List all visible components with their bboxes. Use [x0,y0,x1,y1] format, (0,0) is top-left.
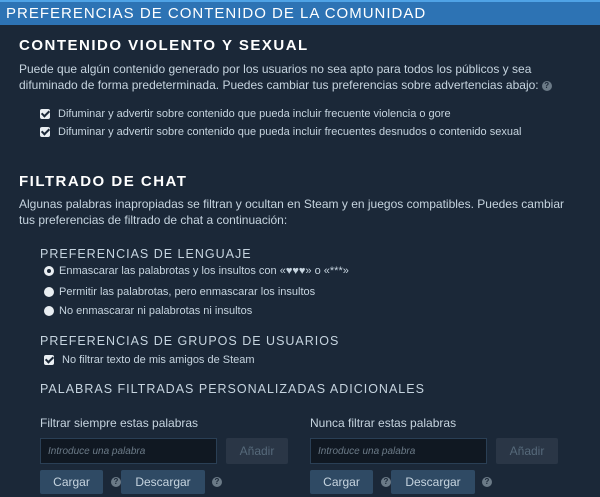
never-filter-label: Nunca filtrar estas palabras [310,416,457,430]
friends-no-filter-option[interactable]: No filtrar texto de mis amigos de Steam [44,354,255,366]
violence-checkbox[interactable] [40,109,50,119]
language-option-allow-profanity[interactable]: Permitir las palabrotas, pero enmascarar… [44,286,315,298]
language-option-label: No enmascarar ni palabrotas ni insultos [59,305,253,317]
language-option-label: Enmascarar las palabrotas y los insultos… [59,265,349,277]
friends-checkbox[interactable] [44,355,54,365]
always-load-button[interactable]: Cargar [40,470,103,494]
friends-option-label: No filtrar texto de mis amigos de Steam [62,354,255,366]
language-option-mask-all[interactable]: Enmascarar las palabrotas y los insultos… [44,265,349,277]
violence-blur-option[interactable]: Difuminar y advertir sobre contenido que… [40,108,451,120]
always-download-button[interactable]: Descargar [121,470,205,494]
language-option-no-mask[interactable]: No enmascarar ni palabrotas ni insultos [44,305,252,317]
language-option-label: Permitir las palabrotas, pero enmascarar… [59,286,316,298]
help-icon[interactable]: ? [541,80,552,91]
section-header: PREFERENCIAS DE CONTENIDO DE LA COMUNIDA… [0,0,600,25]
help-icon[interactable]: ? [482,477,492,487]
preferences-panel: CONTENIDO VIOLENTO Y SEXUAL Puede que al… [0,25,600,497]
help-icon[interactable]: ? [381,477,391,487]
radio-no-mask[interactable] [44,306,54,316]
violent-section-title: CONTENIDO VIOLENTO Y SEXUAL [19,37,309,54]
always-add-button[interactable]: Añadir [226,438,288,464]
violent-description: Puede que algún contenido generado por l… [19,61,579,93]
always-filter-input[interactable] [40,438,217,464]
nudity-checkbox[interactable] [40,127,50,137]
radio-allow-profanity[interactable] [44,287,54,297]
never-download-button[interactable]: Descargar [391,470,475,494]
radio-mask-all[interactable] [44,266,54,276]
help-icon[interactable]: ? [212,477,222,487]
user-groups-title: PREFERENCIAS DE GRUPOS DE USUARIOS [40,334,340,348]
violent-description-text: Puede que algún contenido generado por l… [19,62,539,92]
always-filter-label: Filtrar siempre estas palabras [40,416,199,430]
language-prefs-title: PREFERENCIAS DE LENGUAJE [40,247,252,261]
never-load-button[interactable]: Cargar [310,470,373,494]
nudity-option-label: Difuminar y advertir sobre contenido que… [58,126,522,138]
chat-section-title: FILTRADO DE CHAT [19,173,188,190]
never-filter-input[interactable] [310,438,487,464]
violence-option-label: Difuminar y advertir sobre contenido que… [58,108,451,120]
nudity-blur-option[interactable]: Difuminar y advertir sobre contenido que… [40,126,522,138]
section-title: PREFERENCIAS DE CONTENIDO DE LA COMUNIDA… [6,5,427,22]
help-icon[interactable]: ? [111,477,121,487]
custom-words-title: PALABRAS FILTRADAS PERSONALIZADAS ADICIO… [40,382,425,396]
never-add-button[interactable]: Añadir [496,438,558,464]
chat-description: Algunas palabras inapropiadas se filtran… [19,197,564,227]
